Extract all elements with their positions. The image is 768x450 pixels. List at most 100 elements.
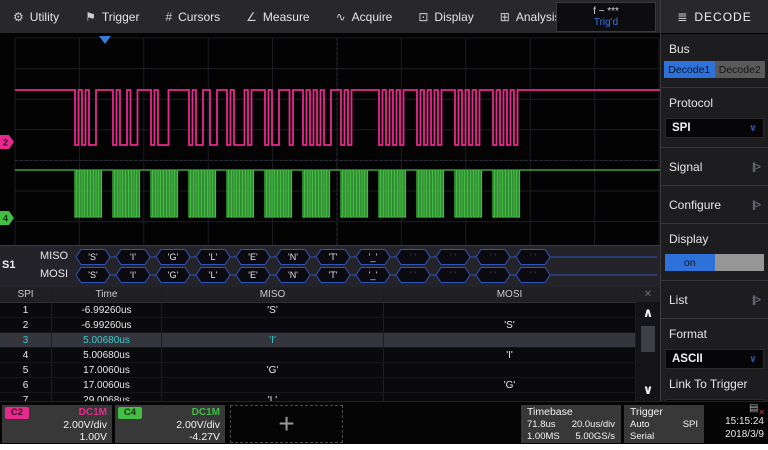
channel-box-c4[interactable]: C4 DC1M2.00V/div-4.27V	[115, 405, 225, 443]
table-cell: 'S'	[162, 303, 384, 317]
trigger-position-marker[interactable]	[99, 36, 111, 44]
menu-item-utility[interactable]: ⚙Utility	[0, 0, 72, 33]
clock-date: 2018/3/9	[725, 429, 764, 440]
trigger-box[interactable]: Trigger Auto SPI Serial	[624, 405, 704, 443]
acquire-icon: ∿	[336, 10, 346, 24]
table-row[interactable]: 2-6.99260us'S'	[0, 318, 660, 333]
scroll-up-icon[interactable]: ∧	[643, 302, 654, 324]
table-cell: 3	[0, 333, 52, 347]
scroll-down-icon[interactable]: ∨	[643, 379, 654, 401]
table-cell	[162, 318, 384, 332]
frequency-readout: f ~ ***	[593, 6, 619, 18]
table-header-miso: MISO	[162, 287, 384, 302]
svg-text:'L': 'L'	[209, 252, 218, 262]
trigger-label: Trigger	[630, 406, 698, 419]
bus-label: Bus	[661, 34, 768, 61]
format-value: ASCII	[672, 353, 703, 365]
configure-label: Configure	[669, 198, 721, 212]
decode2-button[interactable]: Decode2	[715, 61, 766, 78]
menu-item-label: Analysis	[516, 10, 561, 24]
display-toggle-off[interactable]	[715, 254, 765, 271]
protocol-label: Protocol	[661, 88, 768, 115]
table-cell: 1	[0, 303, 52, 317]
menu-item-label: Display	[434, 10, 473, 24]
clock-time: 15:15:24	[725, 416, 764, 427]
list-label: List	[669, 293, 688, 307]
table-scrollbar[interactable]: ∧ ∨	[636, 302, 660, 401]
menu-item-label: Utility	[30, 10, 59, 24]
menu-item-cursors[interactable]: #Cursors	[152, 0, 233, 33]
table-row[interactable]: 1-6.99260us'S'	[0, 303, 660, 318]
cursors-icon: #	[165, 10, 172, 24]
table-row[interactable]: 617.0060us'G'	[0, 378, 660, 393]
signal-label: Signal	[669, 160, 702, 174]
svg-text:'I': 'I'	[130, 252, 136, 262]
svg-text:' ': ' '	[410, 270, 416, 280]
protocol-value: SPI	[672, 122, 691, 134]
decode1-button[interactable]: Decode1	[664, 61, 715, 78]
svg-text:'N': 'N'	[288, 252, 298, 262]
display-icon: ⊡	[418, 10, 428, 24]
svg-text:' ': ' '	[410, 252, 416, 262]
channel-scale: 2.00V/div	[118, 419, 220, 431]
table-header-time: Time	[52, 287, 162, 302]
svg-text:'L': 'L'	[209, 270, 218, 280]
list-menu-item[interactable]: List ||>	[661, 281, 768, 309]
submenu-arrow-icon: ||>	[752, 295, 760, 306]
decode-bus-strip: S1 MISO MOSI 'S''I''G''L''E''N''T''_'' '…	[0, 245, 660, 288]
svg-text:' ': ' '	[450, 252, 456, 262]
timebase-rate: 5.00GS/s	[575, 431, 615, 443]
plus-icon: +	[278, 414, 294, 434]
signal-menu-item[interactable]: Signal ||>	[661, 148, 768, 176]
table-cell: 5	[0, 363, 52, 377]
table-header-mosi: MOSI	[384, 287, 636, 302]
decode-list-table: SPITimeMISOMOSI✕ 1-6.99260us'S'2-6.99260…	[0, 287, 660, 401]
format-dropdown[interactable]: ASCII ∨	[665, 349, 764, 369]
channel-coupling: DC1M	[192, 407, 220, 418]
submenu-arrow-icon: ||>	[752, 200, 760, 211]
table-cell: 5.00680us	[52, 333, 162, 347]
status-bar: C2DC1M2.00V/div1.00V C4 DC1M2.00V/div-4.27…	[0, 401, 768, 445]
table-cell: 6	[0, 378, 52, 392]
configure-menu-item[interactable]: Configure ||>	[661, 186, 768, 214]
display-toggle[interactable]: on	[665, 254, 764, 271]
display-toggle-on[interactable]: on	[665, 254, 715, 271]
scroll-thumb[interactable]	[641, 326, 655, 352]
channel-badge-c4: C4	[118, 407, 142, 419]
table-cell: 'G'	[384, 378, 636, 392]
clock-box: ▤ ✕ 15:15:24 2018/3/9	[708, 402, 768, 445]
svg-text:'S': 'S'	[88, 252, 98, 262]
svg-text:'T': 'T'	[329, 270, 338, 280]
protocol-dropdown[interactable]: SPI ∨	[665, 118, 764, 138]
table-cell: 'I'	[162, 333, 384, 347]
table-row[interactable]: 517.0060us'G'	[0, 363, 660, 378]
menu-item-acquire[interactable]: ∿Acquire	[323, 0, 406, 33]
timebase-box[interactable]: Timebase 71.8us 20.0us/div 1.00MS 5.00GS…	[521, 405, 621, 443]
timebase-label: Timebase	[527, 406, 615, 419]
menu-item-trigger[interactable]: ⚑Trigger	[72, 0, 152, 33]
timebase-points: 1.00MS	[527, 431, 560, 443]
channel-offset: -4.27V	[118, 431, 220, 443]
channel-box-c2[interactable]: C2DC1M2.00V/div1.00V	[2, 405, 112, 443]
table-cell	[384, 333, 636, 347]
table-close-button[interactable]: ✕	[636, 287, 660, 302]
table-cell: 17.0060us	[52, 363, 162, 377]
svg-text:' ': ' '	[450, 270, 456, 280]
table-cell	[162, 378, 384, 392]
table-header-row: SPITimeMISOMOSI✕	[0, 287, 660, 303]
table-cell	[384, 303, 636, 317]
add-channel-button[interactable]: +	[230, 405, 343, 443]
table-row[interactable]: 45.00680us'I'	[0, 348, 660, 363]
table-cell	[162, 348, 384, 362]
timebase-scale: 20.0us/div	[572, 419, 615, 431]
table-cell: -6.99260us	[52, 318, 162, 332]
table-cell: 'G'	[162, 363, 384, 377]
table-row[interactable]: 35.00680us'I'	[0, 333, 660, 348]
svg-text:' ': ' '	[530, 252, 536, 262]
menu-item-measure[interactable]: ∠Measure	[233, 0, 322, 33]
menu-item-display[interactable]: ⊡ Display	[405, 0, 486, 33]
svg-text:'S': 'S'	[88, 270, 98, 280]
oscilloscope-screen: { "icons": { "utility": "⚙", "trigger": …	[0, 0, 768, 450]
channel-offset: 1.00V	[5, 431, 107, 443]
link-to-trigger-label: Link To Trigger	[661, 369, 768, 396]
